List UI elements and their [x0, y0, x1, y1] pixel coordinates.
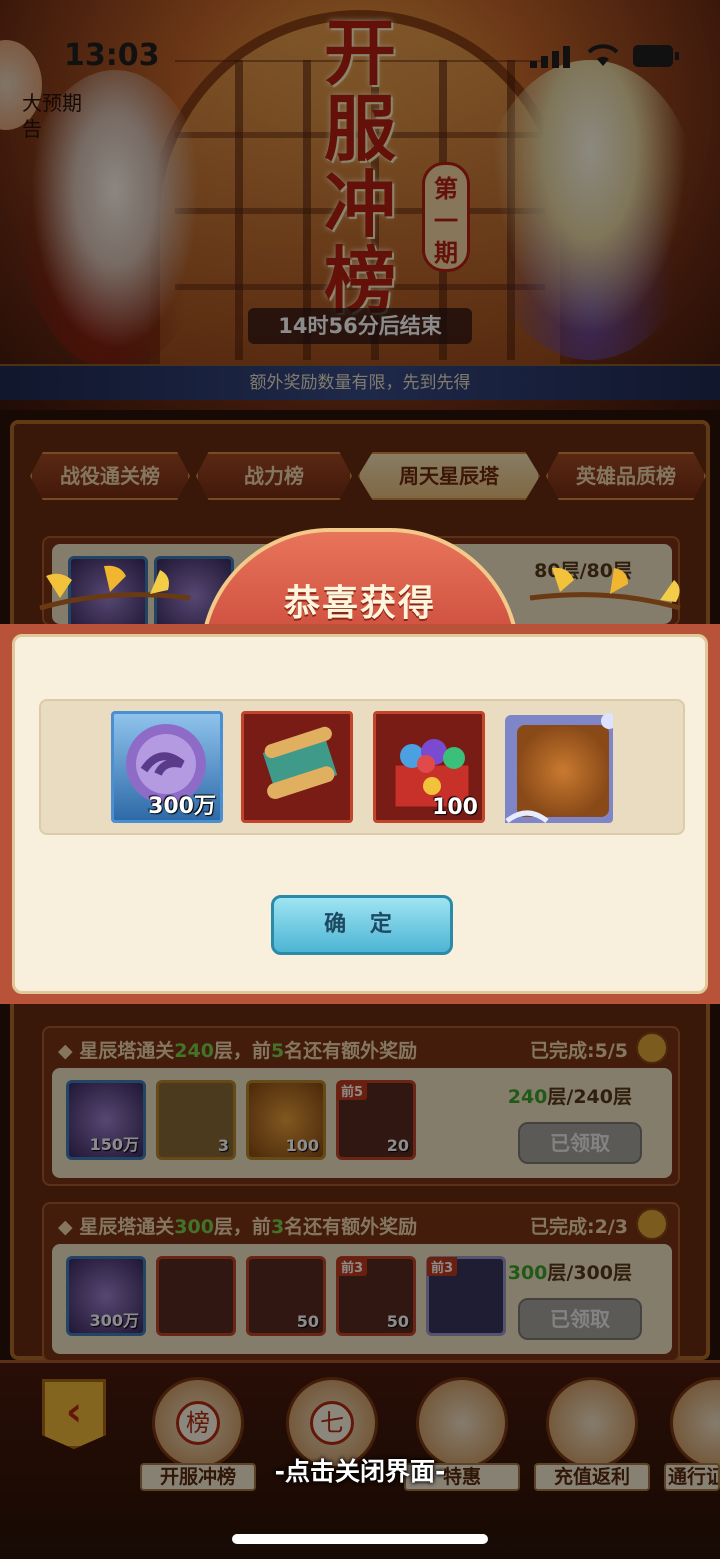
- avatar-frame-icon[interactable]: [501, 711, 613, 823]
- signal-icon: [530, 46, 570, 68]
- avatar-frame-graphic: [505, 713, 613, 823]
- popup-title: 恭喜获得: [283, 583, 436, 624]
- confirm-button[interactable]: 确 定: [271, 895, 453, 955]
- gem-chest-icon[interactable]: 100: [373, 711, 485, 823]
- wifi-icon: [587, 44, 619, 66]
- ginkgo-leaf-decoration: [39, 565, 191, 611]
- home-indicator[interactable]: [232, 1534, 488, 1544]
- close-hint[interactable]: -点击关闭界面-: [0, 1452, 720, 1488]
- reward-list: 300万 100: [39, 699, 685, 835]
- reward-popup: 300万 100 确 定: [0, 624, 720, 1004]
- status-bar: 13:03: [0, 0, 720, 110]
- clock: 13:03: [64, 38, 160, 73]
- scroll-graphic: [262, 726, 338, 800]
- scroll-icon[interactable]: [241, 711, 353, 823]
- star-orb-icon[interactable]: 300万: [111, 711, 223, 823]
- battery-icon: [633, 45, 679, 67]
- popup-body: 300万 100 确 定: [12, 634, 708, 994]
- ginkgo-leaf-decoration: [529, 567, 681, 611]
